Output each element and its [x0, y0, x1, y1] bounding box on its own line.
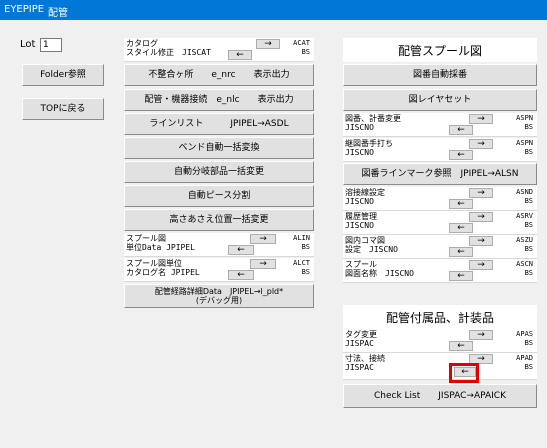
accessories-section-header: 配管付属品、計装品 — [343, 305, 537, 329]
spool-unit-data-label: スプール図 単位Data JPIPEL — [126, 234, 195, 252]
pipe-equipment-connection-button[interactable]: 配管・機器接続 e_nlc 表示出力 — [124, 89, 314, 111]
spool-catalog-label: スプール図単位 カタログ名 JPIPEL — [126, 259, 200, 277]
tag-change-row: タグ変更 JISPAC APAS BS → ← — [343, 329, 537, 353]
frame-drawing-label: 図内コマ図 設定 JISCNO — [345, 236, 398, 254]
frame-drawing-import-button[interactable]: ← — [449, 247, 473, 257]
inconsistency-output-button[interactable]: 不整合ヶ所 e_nrc 表示出力 — [124, 64, 314, 86]
weld-line-row: 溶接線設定 JISCNO ASND BS → ← — [343, 187, 537, 211]
app-title: EYEPIPE — [4, 4, 45, 15]
check-list-button[interactable]: Check List JISPAC→APAICK — [343, 384, 537, 408]
spool-catalog-import-button[interactable]: ← — [228, 270, 254, 280]
continuation-number-code: ASPN BS — [516, 139, 533, 156]
line-list-button[interactable]: ラインリスト JPIPEL→ASDL — [124, 113, 314, 135]
tag-change-code: APAS BS — [516, 330, 533, 347]
history-code: ASRV BS — [516, 212, 533, 229]
spool-catalog-row: スプール図単位 カタログ名 JPIPEL ALCT BS → ← — [124, 258, 314, 282]
menu-haikan[interactable]: 配管 — [48, 4, 68, 19]
catalog-row-label: カタログ スタイル修正 JISCAT — [126, 39, 211, 57]
catalog-import-button[interactable]: ← — [228, 50, 252, 60]
spool-name-export-button[interactable]: → — [469, 260, 493, 270]
drawing-number-import-button[interactable]: ← — [449, 125, 473, 135]
drawing-number-export-button[interactable]: → — [469, 114, 493, 124]
folder-browse-button[interactable]: Folder参照 — [22, 64, 104, 86]
weld-line-import-button[interactable]: ← — [449, 199, 473, 209]
accessories-section-title: 配管付属品、計装品 — [385, 311, 494, 325]
highlight-marker — [449, 363, 479, 383]
height-position-change-button[interactable]: 高さあさえ位置一括変更 — [124, 209, 314, 231]
layer-set-button[interactable]: 図レイヤセット — [343, 89, 537, 111]
auto-piece-split-button[interactable]: 自動ピース分割 — [124, 185, 314, 207]
frame-drawing-row: 図内コマ図 設定 JISCNO ASZU BS → ← — [343, 235, 537, 259]
weld-line-export-button[interactable]: → — [469, 188, 493, 198]
catalog-row-code: ACAT BS — [293, 39, 310, 56]
spool-catalog-code: ALCT BS — [293, 259, 310, 276]
frame-drawing-code: ASZU BS — [516, 236, 533, 253]
drawing-number-label: 図番、計番変更 JISCNO — [345, 114, 401, 132]
history-row: 履歴管理 JISCNO ASRV BS → ← — [343, 211, 537, 235]
continuation-number-label: 継図番手打ち JISCNO — [345, 139, 393, 157]
tag-change-label: タグ変更 JISPAC — [345, 330, 377, 348]
tag-change-import-button[interactable]: ← — [449, 341, 473, 351]
auto-branch-change-button[interactable]: 自動分岐部品一括変更 — [124, 161, 314, 183]
spool-unit-data-code: ALIN BS — [293, 234, 310, 251]
spool-name-label: スプール 図面名称 JISCNO — [345, 260, 414, 278]
back-to-top-button[interactable]: TOPに戻る — [22, 98, 104, 120]
continuation-number-export-button[interactable]: → — [469, 139, 493, 149]
dimension-connection-code: APAD BS — [516, 354, 533, 371]
continuation-number-import-button[interactable]: ← — [449, 150, 473, 160]
spool-section-title: 配管スプール図 — [397, 44, 482, 58]
drawing-number-code: ASPN BS — [516, 114, 533, 131]
spool-name-row: スプール 図面名称 JISCNO ASCN BS → ← — [343, 259, 537, 283]
history-label: 履歴管理 JISCNO — [345, 212, 377, 230]
history-import-button[interactable]: ← — [449, 223, 473, 233]
catalog-row: カタログ スタイル修正 JISCAT ACAT BS → ← — [124, 38, 314, 62]
tag-change-export-button[interactable]: → — [469, 330, 493, 340]
auto-number-button[interactable]: 図番自動採番 — [343, 64, 537, 86]
menu-bar: EYEPIPE 配管 — [0, 0, 547, 20]
history-export-button[interactable]: → — [469, 212, 493, 222]
bend-auto-convert-button[interactable]: ベンド自動一括変換 — [124, 137, 314, 159]
catalog-export-button[interactable]: → — [256, 39, 280, 49]
dimension-connection-label: 寸法、接続 JISPAC — [345, 354, 385, 372]
pipe-route-debug-button[interactable]: 配管経路詳細Data JPIPEL→l_pld* (デバッグ用) — [124, 284, 314, 308]
spool-unit-data-row: スプール図 単位Data JPIPEL ALIN BS → ← — [124, 233, 314, 257]
frame-drawing-export-button[interactable]: → — [469, 236, 493, 246]
dimension-connection-row: 寸法、接続 JISPAC APAD BS → ← — [343, 353, 537, 380]
drawing-number-row: 図番、計番変更 JISCNO ASPN BS → ← — [343, 113, 537, 137]
lot-label: Lot — [20, 39, 36, 50]
spool-catalog-export-button[interactable]: → — [250, 259, 276, 269]
line-mark-reference-button[interactable]: 図番ラインマーク参照 JPIPEL→ALSN — [343, 163, 537, 185]
weld-line-label: 溶接線設定 JISCNO — [345, 188, 385, 206]
lot-input[interactable]: 1 — [40, 38, 62, 52]
spool-section-header: 配管スプール図 — [343, 38, 537, 62]
spool-name-code: ASCN BS — [516, 260, 533, 277]
weld-line-code: ASND BS — [516, 188, 533, 205]
spool-name-import-button[interactable]: ← — [449, 271, 473, 281]
spool-unit-export-button[interactable]: → — [250, 234, 276, 244]
continuation-number-row: 継図番手打ち JISCNO ASPN BS → ← — [343, 138, 537, 162]
spool-unit-import-button[interactable]: ← — [228, 245, 254, 255]
